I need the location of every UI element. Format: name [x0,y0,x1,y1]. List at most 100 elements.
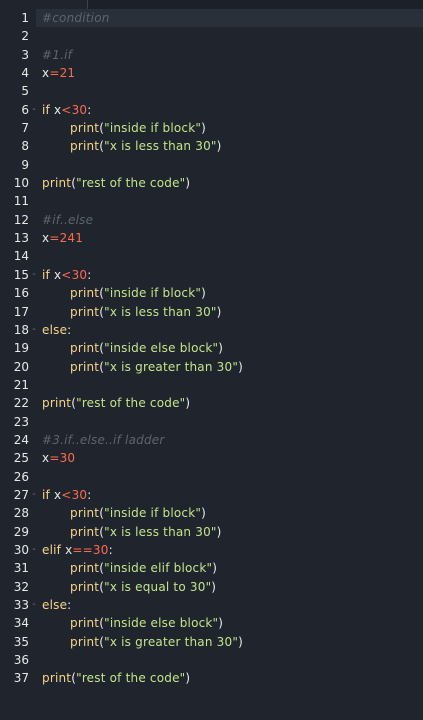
code-line[interactable]: 10 print("rest of the code") [0,174,423,192]
token-op: < [61,267,72,282]
code-text[interactable]: x=21 [42,64,75,82]
code-text[interactable]: #if..else [42,211,93,229]
token-fn: print [70,286,100,301]
code-text[interactable]: print("x is less than 30") [70,523,222,541]
line-number: 31 [13,561,29,576]
line-number: 17 [13,304,29,319]
fold-toggle-icon[interactable]: - [31,266,39,284]
code-text[interactable]: if x<30: [42,266,91,284]
code-text[interactable]: print("rest of the code") [42,394,190,412]
code-text[interactable]: print("inside if block") [70,504,206,522]
code-line[interactable]: 34 print("inside else block") [0,614,423,632]
code-text[interactable]: if x<30: [42,486,91,504]
code-line[interactable]: 12 #if..else [0,211,423,229]
code-line[interactable]: 30 - elif x==30: [0,541,423,559]
fold-toggle-icon[interactable]: - [31,486,39,504]
code-line[interactable]: 17 print("x is less than 30") [0,303,423,321]
token-fn: print [70,121,100,136]
code-text[interactable]: print("x is greater than 30") [70,358,243,376]
token-num: 30 [92,542,109,557]
code-line[interactable]: 14 [0,247,423,265]
code-line[interactable]: 11 [0,192,423,210]
token-punc: : [67,598,72,612]
code-text[interactable]: x=241 [42,229,83,247]
token-fn: print [70,561,100,576]
code-text[interactable]: print("inside if block") [70,119,206,137]
line-number: 22 [13,396,29,411]
code-text[interactable]: else: [42,321,71,339]
token-str: "inside else block" [104,341,219,356]
token-punc: ) [185,396,191,411]
code-line[interactable]: 36 [0,651,423,669]
code-line[interactable]: 9 [0,156,423,174]
code-text[interactable]: print("rest of the code") [42,174,190,192]
fold-toggle-icon[interactable]: - [31,541,39,559]
token-str: "x is greater than 30" [104,634,239,649]
code-line[interactable]: 8 print("x is less than 30") [0,137,423,155]
code-line[interactable]: 15- if x<30: [0,266,423,284]
code-line[interactable]: 33- else: [0,596,423,614]
code-line[interactable]: 25 x=30 [0,449,423,467]
code-line[interactable]: 3 #1.if [0,46,423,64]
code-line[interactable]: 24 #3.if..else..if ladder [0,431,423,449]
line-number: 8 [21,139,29,154]
line-number: 13 [13,231,29,246]
code-line[interactable]: 13 x=241 [0,229,423,247]
code-line[interactable]: 28 print("inside if block") [0,504,423,522]
code-line[interactable]: 21 [0,376,423,394]
code-line[interactable]: 18- else: [0,321,423,339]
code-line[interactable]: 1 #condition [0,9,423,27]
code-text[interactable]: else: [42,596,71,614]
fold-toggle-icon[interactable]: - [31,101,39,119]
code-line[interactable]: 7 print("inside if block") [0,119,423,137]
line-number: 23 [13,414,29,429]
line-number: 7 [21,121,29,136]
code-line[interactable]: 5 [0,82,423,100]
token-punc: : [87,487,92,502]
code-lines[interactable]: 1 #condition 2 3 #1.if 4 x=21 5 6- if x<30: 7 print… [0,9,423,688]
code-line[interactable]: 22 print("rest of the code") [0,394,423,412]
token-num: 241 [59,231,84,246]
fold-toggle-icon[interactable]: - [31,596,39,614]
code-line[interactable]: 2 [0,27,423,45]
code-line[interactable]: 19 print("inside else block") [0,339,423,357]
token-num: 30 [71,487,88,502]
code-text[interactable]: print("inside else block") [70,614,223,632]
code-text[interactable]: print("x is less than 30") [70,137,222,155]
code-line[interactable]: 6- if x<30: [0,101,423,119]
code-line[interactable]: 4 x=21 [0,64,423,82]
code-text[interactable]: print("x is less than 30") [70,303,222,321]
code-text[interactable]: print("rest of the code") [42,669,190,687]
code-line[interactable]: 37 print("rest of the code") [0,669,423,687]
token-punc: ) [238,359,243,374]
code-line[interactable]: 32 print("x is equal to 30") [0,578,423,596]
code-text[interactable]: elif x==30: [42,541,113,559]
code-line[interactable]: 27- if x<30: [0,486,423,504]
code-line[interactable]: 29 print("x is less than 30") [0,523,423,541]
code-text[interactable]: print("inside if block") [70,284,206,302]
fold-toggle-icon[interactable]: - [31,321,39,339]
code-text[interactable]: #condition [42,9,110,27]
token-str: "inside if block" [104,121,202,136]
code-text[interactable]: x=30 [42,449,75,467]
code-editor[interactable]: 1 #condition 2 3 #1.if 4 x=21 5 6- if x<30: 7 print… [0,0,423,720]
token-fn: print [70,304,100,319]
token-punc: : [108,542,113,557]
code-text[interactable]: print("inside else block") [70,339,223,357]
code-line[interactable]: 23 [0,413,423,431]
token-punc: : [87,102,92,117]
code-line[interactable]: 16 print("inside if block") [0,284,423,302]
code-line[interactable]: 20 print("x is greater than 30") [0,358,423,376]
code-text[interactable]: if x<30: [42,101,91,119]
token-punc: ) [185,176,191,191]
code-text[interactable]: print("x is equal to 30") [70,578,216,596]
code-text[interactable]: #3.if..else..if ladder [42,431,164,449]
code-line[interactable]: 31 print("inside elif block") [0,559,423,577]
token-var: x [61,542,73,557]
code-text[interactable]: print("x is greater than 30") [70,633,243,651]
token-fn: print [70,341,100,356]
code-text[interactable]: #1.if [42,46,72,64]
code-line[interactable]: 26 [0,468,423,486]
code-text[interactable]: print("inside elif block") [70,559,217,577]
code-line[interactable]: 35 print("x is greater than 30") [0,633,423,651]
